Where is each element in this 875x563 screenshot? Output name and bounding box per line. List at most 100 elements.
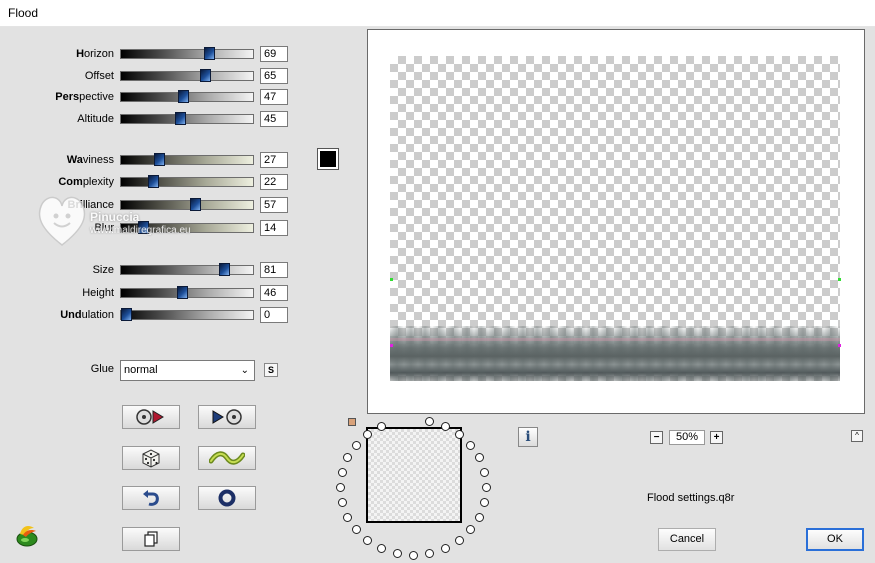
randomize-button[interactable] <box>122 446 180 470</box>
dial-dot[interactable] <box>455 536 464 545</box>
slider-label-text: Altitude <box>77 113 114 125</box>
slider-track-offset[interactable] <box>120 69 254 82</box>
default-button[interactable] <box>198 486 256 510</box>
disc-play-back-icon <box>136 409 164 425</box>
slider-thumb[interactable] <box>154 153 165 166</box>
dial-dot[interactable] <box>343 453 352 462</box>
slider-value-altitude[interactable]: 45 <box>260 111 288 127</box>
dial-dot[interactable] <box>425 417 434 426</box>
info-button[interactable]: i <box>518 427 538 447</box>
slider-thumb[interactable] <box>219 263 230 276</box>
preview-canvas[interactable] <box>390 56 840 381</box>
navigator-thumbnail[interactable] <box>366 427 462 523</box>
dial-dot[interactable] <box>480 468 489 477</box>
slider-thumb[interactable] <box>178 90 189 103</box>
slider-label-wrap: Perspective <box>0 89 114 105</box>
slider-value-offset[interactable]: 65 <box>260 68 288 84</box>
slider-track-height[interactable] <box>120 286 254 299</box>
slider-track-undulation[interactable] <box>120 308 254 321</box>
slider-label-wrap: Offset <box>0 68 114 84</box>
dial-dot[interactable] <box>352 441 361 450</box>
slider-thumb[interactable] <box>200 69 211 82</box>
dial-dot[interactable] <box>352 525 361 534</box>
chevron-down-icon: ⌄ <box>240 365 249 376</box>
flood-handle-left[interactable] <box>390 344 393 347</box>
slider-label-wrap: Horizon <box>0 46 114 62</box>
slider-value-complexity[interactable]: 22 <box>260 174 288 190</box>
dial-dot[interactable] <box>482 483 491 492</box>
dial-dot[interactable] <box>338 468 347 477</box>
dice-icon <box>142 449 160 468</box>
dial-dot[interactable] <box>425 549 434 558</box>
navigator-corner-handle[interactable] <box>348 418 356 426</box>
zoom-level: 50% <box>669 430 705 445</box>
slider-track-horizon[interactable] <box>120 47 254 60</box>
dial-dot[interactable] <box>441 422 450 431</box>
ok-button[interactable]: OK <box>806 528 864 551</box>
slider-thumb[interactable] <box>175 112 186 125</box>
dial-dot[interactable] <box>409 551 418 560</box>
zoom-out-button[interactable]: − <box>650 431 663 444</box>
slider-value-brilliance[interactable]: 57 <box>260 197 288 213</box>
title-bar: Flood <box>0 0 875 27</box>
slider-row-complexity: Complexity 22 <box>0 174 300 190</box>
slider-thumb[interactable] <box>121 308 132 321</box>
slider-row-waviness: Waviness 27 <box>0 152 300 168</box>
slider-label: Horizon <box>0 47 114 61</box>
slider-track-altitude[interactable] <box>120 112 254 125</box>
preset-forward-button[interactable] <box>198 405 256 429</box>
copy-button[interactable] <box>122 527 180 551</box>
slider-value-perspective[interactable]: 47 <box>260 89 288 105</box>
glue-select[interactable]: normal ⌄ <box>120 360 255 381</box>
dial-dot[interactable] <box>475 513 484 522</box>
slider-label-wrap: Complexity <box>0 174 114 190</box>
slider-label-text: pective <box>79 91 114 103</box>
dial-dot[interactable] <box>336 483 345 492</box>
wave-button[interactable] <box>198 446 256 470</box>
glue-s-button[interactable]: S <box>264 363 278 377</box>
filter-logo-icon <box>16 526 38 547</box>
dial-dot[interactable] <box>480 498 489 507</box>
dial-dot[interactable] <box>466 441 475 450</box>
horizon-handle-left[interactable] <box>390 278 393 281</box>
dial-dot[interactable] <box>393 549 402 558</box>
slider-value-horizon[interactable]: 69 <box>260 46 288 62</box>
dial-dot[interactable] <box>475 453 484 462</box>
zoom-in-button[interactable]: + <box>710 431 723 444</box>
dial-dot[interactable] <box>363 430 372 439</box>
collapse-button[interactable]: ^ <box>851 430 863 442</box>
slider-value-undulation[interactable]: 0 <box>260 307 288 323</box>
dial-dot[interactable] <box>338 498 347 507</box>
slider-row-horizon: Horizon 69 <box>0 46 300 62</box>
dial-dot[interactable] <box>455 430 464 439</box>
slider-row-undulation: Undulation 0 <box>0 307 300 323</box>
slider-value-waviness[interactable]: 27 <box>260 152 288 168</box>
horizon-handle-right[interactable] <box>838 278 841 281</box>
dial-dot[interactable] <box>363 536 372 545</box>
dial-dot[interactable] <box>377 422 386 431</box>
slider-thumb[interactable] <box>148 175 159 188</box>
slider-label: Undulation <box>0 308 114 322</box>
dial-dot[interactable] <box>466 525 475 534</box>
slider-value-height[interactable]: 46 <box>260 285 288 301</box>
slider-value-size[interactable]: 81 <box>260 262 288 278</box>
slider-track-size[interactable] <box>120 263 254 276</box>
dial-dot[interactable] <box>441 544 450 553</box>
slider-label-text: ulation <box>81 309 114 321</box>
slider-track-complexity[interactable] <box>120 175 254 188</box>
flood-handle-right[interactable] <box>838 344 841 347</box>
undo-icon <box>143 490 159 506</box>
slider-thumb[interactable] <box>204 47 215 60</box>
dial-dot[interactable] <box>343 513 352 522</box>
slider-value-blur[interactable]: 14 <box>260 220 288 236</box>
dial-dot[interactable] <box>377 544 386 553</box>
play-disc-icon <box>212 409 242 425</box>
reset-button[interactable] <box>122 486 180 510</box>
slider-thumb[interactable] <box>177 286 188 299</box>
cancel-button[interactable]: Cancel <box>658 528 716 551</box>
slider-label: Altitude <box>0 112 114 126</box>
color-swatch[interactable] <box>317 148 339 170</box>
slider-track-perspective[interactable] <box>120 90 254 103</box>
slider-track-waviness[interactable] <box>120 153 254 166</box>
preset-backward-button[interactable] <box>122 405 180 429</box>
